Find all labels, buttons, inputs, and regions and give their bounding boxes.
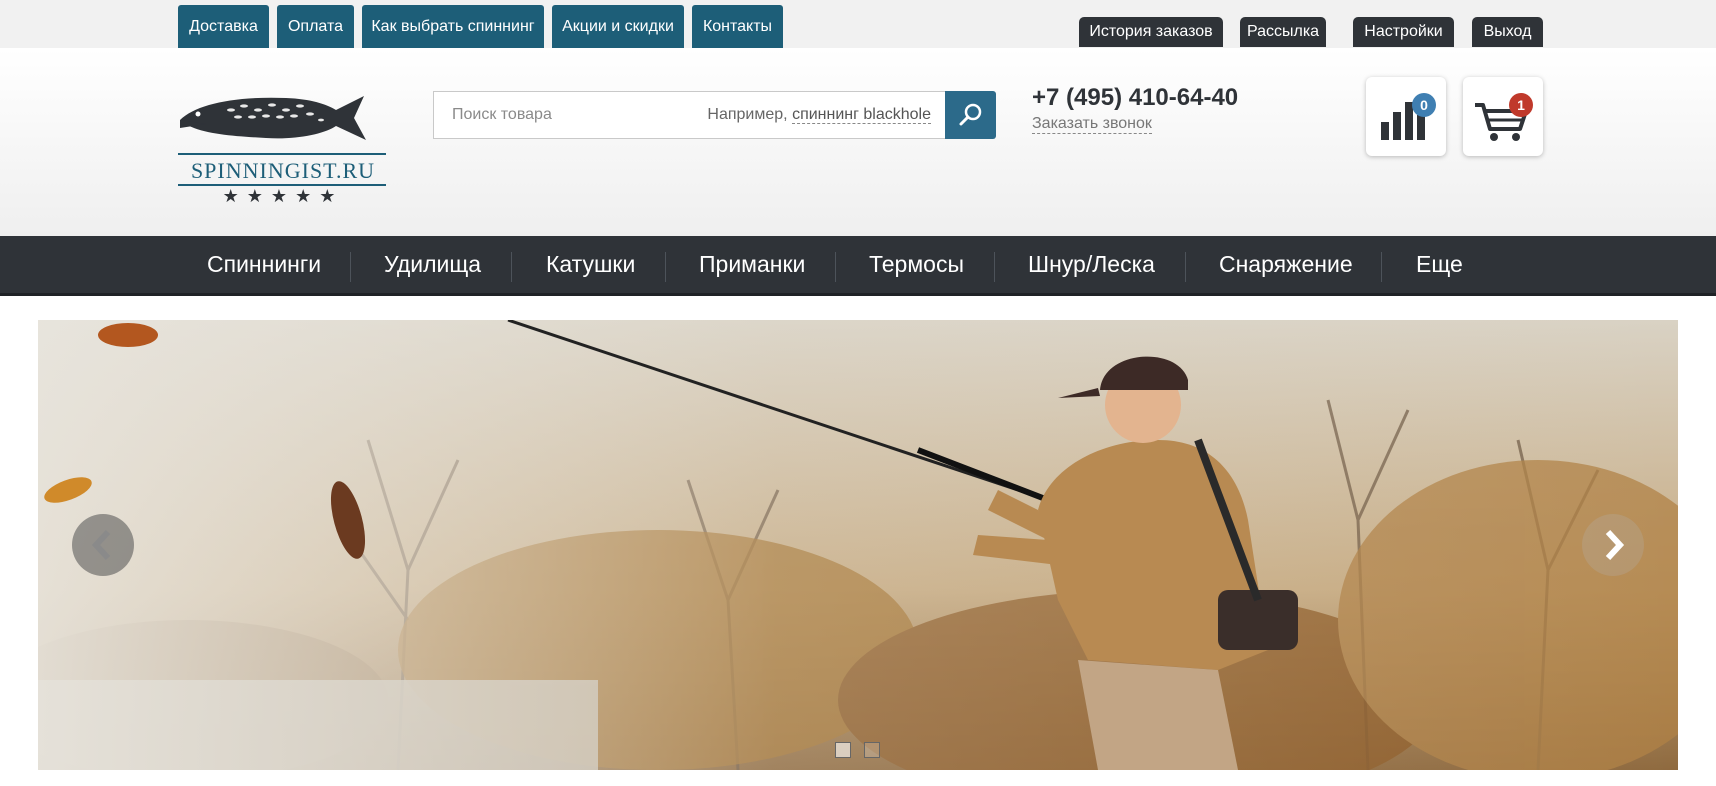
nav-item-line[interactable]: Шнур/Леска bbox=[1028, 236, 1155, 293]
main-nav: Спиннинги Удилища Катушки Приманки Термо… bbox=[0, 236, 1716, 296]
compare-button[interactable]: 0 bbox=[1366, 77, 1446, 156]
chevron-left-icon bbox=[91, 529, 111, 561]
user-link-logout[interactable]: Выход bbox=[1472, 17, 1543, 47]
phone-number[interactable]: +7 (495) 410-64-40 bbox=[1032, 84, 1238, 112]
top-link-how-to-choose[interactable]: Как выбрать спиннинг bbox=[362, 5, 544, 48]
slider-dot-2[interactable] bbox=[864, 742, 880, 758]
slide-image bbox=[38, 320, 1678, 770]
user-link-settings[interactable]: Настройки bbox=[1353, 17, 1454, 47]
cart-icon bbox=[1475, 103, 1528, 141]
slider-dot-1-active[interactable] bbox=[835, 742, 851, 758]
logo-text: SPINNINGIST.RU bbox=[190, 158, 376, 183]
search-icon bbox=[959, 103, 982, 126]
nav-item-reels[interactable]: Катушки bbox=[546, 236, 635, 293]
chevron-right-icon bbox=[1605, 529, 1625, 561]
nav-item-equipment[interactable]: Снаряжение bbox=[1219, 236, 1353, 293]
logo[interactable]: SPINNINGIST.RU ★★★★★ bbox=[176, 90, 390, 250]
bar-chart-icon bbox=[1381, 102, 1425, 140]
cart-button[interactable]: 1 bbox=[1463, 77, 1543, 156]
slider-prev-button[interactable] bbox=[72, 514, 134, 576]
nav-item-more[interactable]: Еще bbox=[1416, 236, 1463, 293]
search-button[interactable] bbox=[945, 91, 996, 139]
compare-count-badge: 0 bbox=[1412, 93, 1436, 117]
hero-slider bbox=[38, 320, 1678, 770]
search-hint: Например, спиннинг blackhole bbox=[707, 106, 931, 124]
search-box: Например, спиннинг blackhole bbox=[433, 91, 946, 139]
search-input[interactable] bbox=[434, 92, 734, 138]
nav-item-spinning[interactable]: Спиннинги bbox=[207, 236, 321, 293]
nav-item-rods[interactable]: Удилища bbox=[384, 236, 481, 293]
cart-count-badge: 1 bbox=[1509, 93, 1533, 117]
request-callback-link[interactable]: Заказать звонок bbox=[1032, 115, 1152, 134]
pike-fish-icon bbox=[180, 96, 366, 140]
nav-item-thermoses[interactable]: Термосы bbox=[869, 236, 964, 293]
top-link-payment[interactable]: Оплата bbox=[277, 5, 354, 48]
search-hint-example-link[interactable]: спиннинг blackhole bbox=[792, 106, 931, 124]
logo-stars: ★★★★★ bbox=[222, 186, 344, 206]
search-hint-prefix: Например, bbox=[707, 106, 788, 123]
user-link-newsletter[interactable]: Рассылка bbox=[1240, 17, 1326, 47]
user-link-order-history[interactable]: История заказов bbox=[1079, 17, 1223, 47]
slider-next-button[interactable] bbox=[1582, 514, 1644, 576]
top-link-delivery[interactable]: Доставка bbox=[178, 5, 269, 48]
top-link-promotions[interactable]: Акции и скидки bbox=[552, 5, 684, 48]
nav-item-lures[interactable]: Приманки bbox=[699, 236, 805, 293]
top-link-contacts[interactable]: Контакты bbox=[692, 5, 783, 48]
